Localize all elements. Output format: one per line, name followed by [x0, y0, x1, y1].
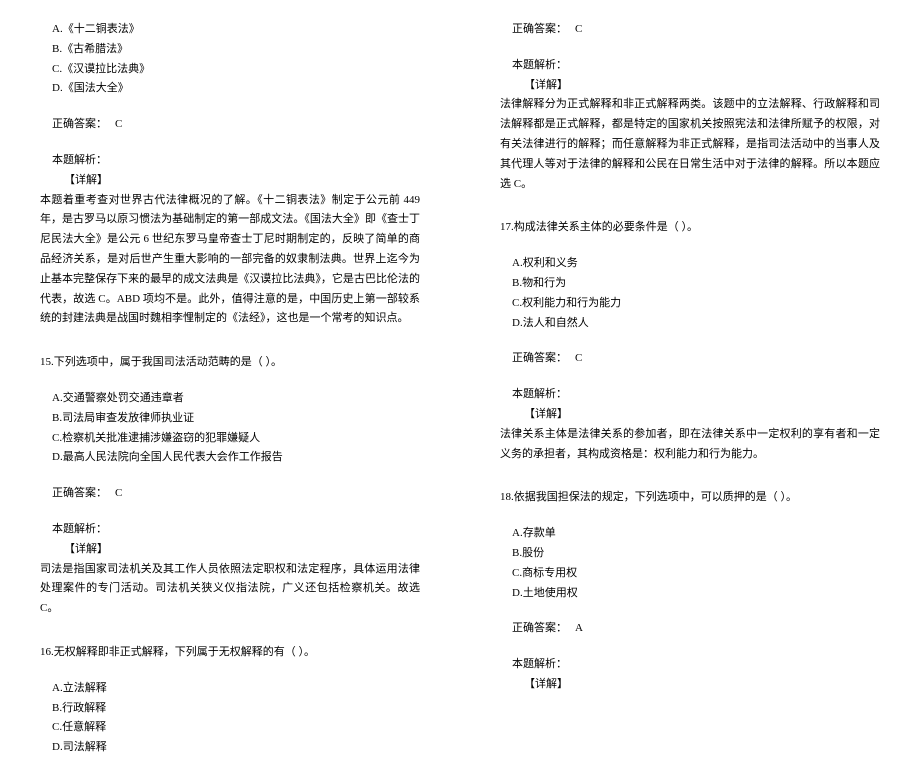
analysis-label: 本题解析：	[500, 56, 880, 76]
answer-value: C	[575, 352, 582, 364]
question-17: 17.构成法律关系主体的必要条件是（ ）。	[500, 218, 880, 238]
answer-value: C	[115, 118, 122, 130]
question-15: 15.下列选项中，属于我国司法活动范畴的是（ ）。	[40, 353, 420, 373]
option-b: B.司法局审查发放律师执业证	[40, 409, 420, 429]
q16-analysis-block: 本题解析： 【详解】 法律解释分为正式解释和非正式解释两类。该题中的立法解释、行…	[500, 56, 880, 195]
option-d: D.司法解释	[40, 738, 420, 758]
q18-options: A.存款单 B.股份 C.商标专用权 D.土地使用权	[500, 524, 880, 603]
q18-answer-block: 正确答案： A	[500, 619, 880, 639]
detail-label: 【详解】	[500, 76, 880, 96]
option-c: C.《汉谟拉比法典》	[40, 60, 420, 80]
question-intro-options: A.《十二铜表法》 B.《古希腊法》 C.《汉谟拉比法典》 D.《国法大全》	[40, 20, 420, 99]
q16-answer-block: 正确答案： C	[500, 20, 880, 40]
q18-analysis-block: 本题解析： 【详解】	[500, 655, 880, 695]
detail-label: 【详解】	[500, 405, 880, 425]
option-b: B.物和行为	[500, 274, 880, 294]
explanation-text: 司法是指国家司法机关及其工作人员依照法定职权和法定程序，具体运用法律处理案件的专…	[40, 560, 420, 619]
explanation-text: 本题着重考查对世界古代法律概况的了解。《十二铜表法》制定于公元前 449 年，是…	[40, 191, 420, 330]
option-c: C.任意解释	[40, 718, 420, 738]
question-16: 16.无权解释即非正式解释，下列属于无权解释的有（ ）。	[40, 643, 420, 663]
analysis-label: 本题解析：	[500, 385, 880, 405]
answer-label: 正确答案：	[40, 118, 107, 130]
option-b: B.股份	[500, 544, 880, 564]
answer-label: 正确答案：	[500, 622, 567, 634]
q16-options: A.立法解释 B.行政解释 C.任意解释 D.司法解释	[40, 679, 420, 758]
q16-title: 16.无权解释即非正式解释，下列属于无权解释的有（ ）。	[40, 643, 420, 663]
answer-label: 正确答案：	[500, 352, 567, 364]
explanation-text: 法律关系主体是法律关系的参加者，即在法律关系中一定权利的享有者和一定义务的承担者…	[500, 425, 880, 465]
option-d: D.最高人民法院向全国人民代表大会作工作报告	[40, 448, 420, 468]
explanation-text: 法律解释分为正式解释和非正式解释两类。该题中的立法解释、行政解释和司法解释都是正…	[500, 95, 880, 194]
q17-analysis-block: 本题解析： 【详解】 法律关系主体是法律关系的参加者，即在法律关系中一定权利的享…	[500, 385, 880, 464]
q17-options: A.权利和义务 B.物和行为 C.权利能力和行为能力 D.法人和自然人	[500, 254, 880, 333]
analysis-block: 本题解析： 【详解】 本题着重考查对世界古代法律概况的了解。《十二铜表法》制定于…	[40, 151, 420, 329]
option-c: C.检察机关批准逮捕涉嫌盗窃的犯罪嫌疑人	[40, 429, 420, 449]
option-a: A.《十二铜表法》	[40, 20, 420, 40]
option-d: D.《国法大全》	[40, 79, 420, 99]
analysis-label: 本题解析：	[40, 520, 420, 540]
option-c: C.权利能力和行为能力	[500, 294, 880, 314]
option-a: A.权利和义务	[500, 254, 880, 274]
question-18: 18.依据我国担保法的规定，下列选项中，可以质押的是（ ）。	[500, 488, 880, 508]
q15-options: A.交通警察处罚交通违章者 B.司法局审查发放律师执业证 C.检察机关批准逮捕涉…	[40, 389, 420, 468]
option-d: D.法人和自然人	[500, 314, 880, 334]
option-b: B.《古希腊法》	[40, 40, 420, 60]
answer-block: 正确答案： C	[40, 115, 420, 135]
q18-title: 18.依据我国担保法的规定，下列选项中，可以质押的是（ ）。	[500, 488, 880, 508]
q17-answer-block: 正确答案： C	[500, 349, 880, 369]
option-c: C.商标专用权	[500, 564, 880, 584]
analysis-label: 本题解析：	[500, 655, 880, 675]
answer-label: 正确答案：	[40, 487, 107, 499]
q15-title: 15.下列选项中，属于我国司法活动范畴的是（ ）。	[40, 353, 420, 373]
option-a: A.交通警察处罚交通违章者	[40, 389, 420, 409]
answer-value: C	[575, 23, 582, 35]
q15-analysis-block: 本题解析： 【详解】 司法是指国家司法机关及其工作人员依照法定职权和法定程序，具…	[40, 520, 420, 619]
q15-answer-block: 正确答案： C	[40, 484, 420, 504]
option-a: A.立法解释	[40, 679, 420, 699]
answer-value: C	[115, 487, 122, 499]
left-column: A.《十二铜表法》 B.《古希腊法》 C.《汉谟拉比法典》 D.《国法大全》 正…	[0, 0, 460, 651]
q17-title: 17.构成法律关系主体的必要条件是（ ）。	[500, 218, 880, 238]
detail-label: 【详解】	[40, 171, 420, 191]
answer-label: 正确答案：	[500, 23, 567, 35]
detail-label: 【详解】	[40, 540, 420, 560]
answer-value: A	[575, 622, 583, 634]
right-column: 正确答案： C 本题解析： 【详解】 法律解释分为正式解释和非正式解释两类。该题中…	[460, 0, 920, 651]
option-b: B.行政解释	[40, 699, 420, 719]
analysis-label: 本题解析：	[40, 151, 420, 171]
option-a: A.存款单	[500, 524, 880, 544]
option-d: D.土地使用权	[500, 584, 880, 604]
detail-label: 【详解】	[500, 675, 880, 695]
